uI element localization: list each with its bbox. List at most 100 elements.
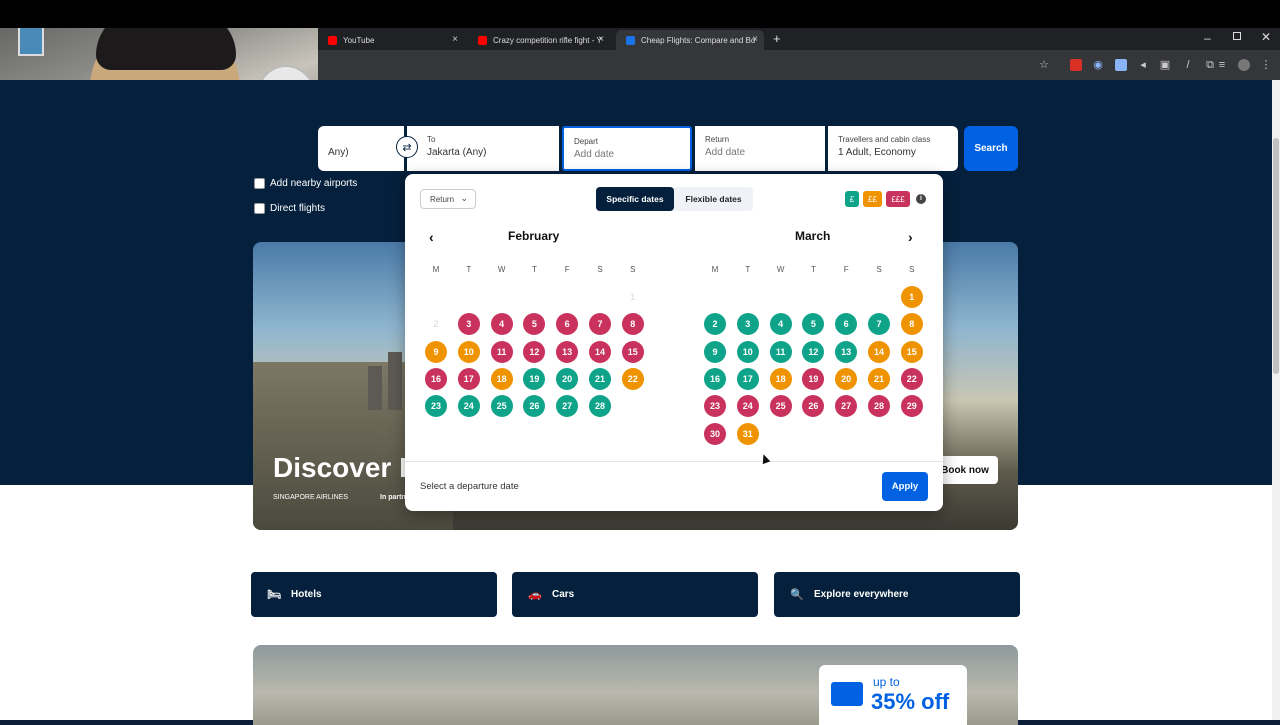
calendar-day[interactable]: 14: [589, 341, 611, 363]
return-field[interactable]: Return Add date: [695, 126, 825, 171]
calendar-day[interactable]: 26: [523, 395, 546, 417]
calendar-day[interactable]: 16: [425, 368, 447, 390]
to-field[interactable]: To Jakarta (Any): [407, 126, 559, 171]
calendar-day[interactable]: 15: [900, 341, 923, 363]
calendar-day[interactable]: 24: [457, 395, 480, 417]
calendar-day[interactable]: 8: [621, 313, 644, 335]
calendar-day[interactable]: 21: [868, 368, 890, 390]
volume-icon[interactable]: ◂: [1137, 59, 1149, 71]
quick-link-cars[interactable]: 🚗 Cars: [512, 572, 758, 617]
calendar-day[interactable]: 18: [490, 368, 513, 390]
calendar-day[interactable]: 17: [457, 368, 480, 390]
calendar-day[interactable]: 27: [835, 395, 858, 417]
swap-locations-button[interactable]: ⇄: [396, 136, 418, 158]
close-tab-icon[interactable]: ×: [752, 34, 758, 45]
calendar-day[interactable]: 16: [704, 368, 726, 390]
calendar-day[interactable]: 9: [704, 341, 726, 363]
calendar-day[interactable]: 2: [704, 313, 726, 335]
info-icon[interactable]: i: [916, 194, 926, 204]
profile-avatar-icon[interactable]: [1238, 59, 1250, 71]
calendar-day[interactable]: 22: [621, 368, 644, 390]
trip-type-select[interactable]: Return ⌄: [420, 189, 476, 209]
calendar-day[interactable]: 18: [769, 368, 792, 390]
checkbox-box[interactable]: [254, 203, 265, 214]
calendar-day[interactable]: 28: [589, 395, 611, 417]
calendar-day[interactable]: 17: [736, 368, 759, 390]
calendar-day[interactable]: 20: [835, 368, 858, 390]
calendar-day[interactable]: 22: [900, 368, 923, 390]
browser-tab[interactable]: YouTube ×: [318, 30, 464, 50]
calendar-day[interactable]: 5: [802, 313, 825, 335]
calendar-day[interactable]: 23: [704, 395, 726, 417]
quick-link-hotels[interactable]: 🛏 Hotels: [251, 572, 497, 617]
close-tab-icon[interactable]: ×: [452, 34, 458, 45]
calendar-day[interactable]: 10: [736, 341, 759, 363]
new-tab-button[interactable]: +: [773, 31, 781, 46]
calendar-day[interactable]: 19: [802, 368, 825, 390]
calendar-day[interactable]: 6: [835, 313, 858, 335]
calendar-day[interactable]: 6: [556, 313, 579, 335]
extension-icon[interactable]: [1115, 59, 1127, 71]
calendar-day[interactable]: 14: [868, 341, 890, 363]
flexible-dates-tab[interactable]: Flexible dates: [674, 187, 753, 211]
calendar-day[interactable]: 4: [769, 313, 792, 335]
extension-icon[interactable]: [1070, 59, 1082, 71]
close-tab-icon[interactable]: ×: [598, 34, 604, 45]
travellers-field[interactable]: Travellers and cabin class 1 Adult, Econ…: [828, 126, 958, 171]
calendar-day[interactable]: 11: [769, 341, 792, 363]
restore-icon[interactable]: [1233, 32, 1241, 40]
checkbox-box[interactable]: [254, 178, 265, 189]
calendar-day[interactable]: 24: [736, 395, 759, 417]
calendar-day[interactable]: 15: [621, 341, 644, 363]
extension-icon[interactable]: ◉: [1092, 59, 1104, 71]
calendar-day[interactable]: 12: [802, 341, 825, 363]
calendar-day[interactable]: 31: [736, 423, 759, 445]
menu-kebab-icon[interactable]: ⋮: [1260, 59, 1272, 71]
direct-flights-checkbox[interactable]: Direct flights: [254, 203, 325, 214]
calendar-day[interactable]: 30: [704, 423, 726, 445]
apply-button[interactable]: Apply: [882, 472, 928, 501]
calendar-day[interactable]: 23: [425, 395, 447, 417]
scrollbar-thumb[interactable]: [1273, 138, 1279, 374]
from-field[interactable]: Any): [318, 126, 404, 171]
next-month-chevron-icon[interactable]: ›: [908, 229, 913, 245]
calendar-day[interactable]: 11: [490, 341, 513, 363]
calendar-day[interactable]: 20: [556, 368, 579, 390]
calendar-day[interactable]: 19: [523, 368, 546, 390]
extension-icon[interactable]: /: [1182, 59, 1194, 71]
prev-month-chevron-icon[interactable]: ‹: [429, 229, 434, 245]
page-scrollbar[interactable]: [1272, 80, 1280, 720]
quick-link-explore-everywhere[interactable]: 🔍 Explore everywhere: [774, 572, 1020, 617]
calendar-day[interactable]: 25: [769, 395, 792, 417]
calendar-day[interactable]: 13: [556, 341, 579, 363]
browser-tab[interactable]: Cheap Flights: Compare and Bo ×: [616, 30, 764, 50]
calendar-day[interactable]: 13: [835, 341, 858, 363]
calendar-day[interactable]: 27: [556, 395, 579, 417]
specific-dates-tab[interactable]: Specific dates: [596, 187, 674, 211]
calendar-day[interactable]: 5: [523, 313, 546, 335]
calendar-day[interactable]: 10: [457, 341, 480, 363]
calendar-day[interactable]: 21: [589, 368, 611, 390]
calendar-day[interactable]: 9: [425, 341, 447, 363]
calendar-day[interactable]: 7: [868, 313, 890, 335]
calendar-day[interactable]: 12: [523, 341, 546, 363]
calendar-day[interactable]: 7: [589, 313, 611, 335]
search-button[interactable]: Search: [964, 126, 1018, 171]
calendar-day[interactable]: 28: [868, 395, 890, 417]
media-icon[interactable]: ≡: [1216, 59, 1228, 71]
depart-field[interactable]: Depart Add date: [562, 126, 692, 171]
bookmark-star-icon[interactable]: ☆: [1038, 59, 1050, 71]
calendar-day[interactable]: 25: [490, 395, 513, 417]
calendar-day[interactable]: 1: [900, 286, 923, 308]
calendar-day[interactable]: 3: [736, 313, 759, 335]
close-window-icon[interactable]: ✕: [1261, 30, 1271, 44]
browser-tab[interactable]: Crazy competition rifle fight - Y ×: [468, 30, 610, 50]
extension-icon[interactable]: ▣: [1159, 59, 1171, 71]
minimize-icon[interactable]: –: [1204, 31, 1211, 45]
calendar-day[interactable]: 29: [900, 395, 923, 417]
calendar-day[interactable]: 4: [490, 313, 513, 335]
calendar-day[interactable]: 26: [802, 395, 825, 417]
calendar-day[interactable]: 3: [457, 313, 480, 335]
extensions-puzzle-icon[interactable]: ⧉: [1204, 59, 1216, 71]
nearby-airports-checkbox[interactable]: Add nearby airports: [254, 178, 357, 189]
